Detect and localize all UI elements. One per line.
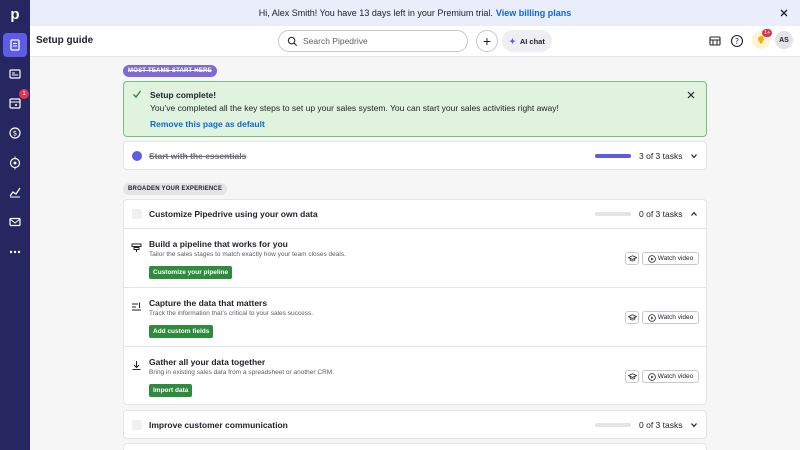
communication-title: Improve customer communication	[149, 420, 288, 430]
more-icon	[9, 250, 21, 254]
activities-badge: 1	[19, 89, 29, 99]
import-data-button[interactable]: Import data	[149, 384, 193, 397]
page-title: Setup guide	[36, 35, 94, 46]
setup-complete-banner: Setup complete! You’ve completed all the…	[123, 81, 707, 137]
customize-section: Customize Pipedrive using your own data …	[123, 199, 707, 405]
nav-setup-guide[interactable]	[3, 33, 27, 57]
essentials-title: Start with the essentials	[149, 151, 247, 161]
academy-button[interactable]	[625, 252, 639, 265]
task-title: Gather all your data together	[149, 357, 266, 367]
help-icon[interactable]: ?	[730, 34, 744, 48]
target-icon	[9, 156, 21, 170]
customize-title: Customize Pipedrive using your own data	[149, 209, 318, 219]
setup-complete-title: Setup complete!	[150, 90, 217, 100]
chevron-up-icon[interactable]	[689, 209, 699, 219]
marketplace-icon[interactable]	[708, 34, 722, 48]
view-billing-plans-link[interactable]: View billing plans	[496, 8, 571, 18]
checkmark-icon	[133, 90, 142, 99]
task-desc: Track the information that’s critical to…	[149, 310, 314, 317]
ai-chat-button[interactable]: ✦ AI chat	[502, 30, 552, 52]
add-custom-fields-button[interactable]: Add custom fields	[149, 325, 214, 338]
calendar-icon	[9, 98, 21, 109]
task-build-pipeline: Build a pipeline that works for you Tail…	[124, 228, 706, 287]
nav-deals[interactable]: $	[3, 121, 27, 145]
avatar[interactable]: AS	[775, 31, 793, 49]
custom-fields-icon	[132, 302, 141, 311]
top-header: Setup guide Search Pipedrive + ✦ AI chat…	[30, 26, 800, 57]
pipedrive-logo[interactable]: p	[5, 4, 25, 24]
communication-count: 0 of 3 tasks	[639, 420, 683, 430]
essentials-count: 3 of 3 tasks	[639, 151, 683, 161]
pipeline-icon	[131, 243, 142, 252]
essentials-progress	[595, 154, 631, 158]
nav-mail[interactable]	[3, 210, 27, 234]
customize-progress	[595, 212, 631, 216]
sparkle-icon: ✦	[509, 36, 516, 46]
nav-projects[interactable]	[3, 151, 27, 175]
essentials-section[interactable]: Start with the essentials 3 of 3 tasks	[123, 141, 707, 170]
broaden-pill: BROADEN YOUR EXPERIENCE	[123, 183, 228, 195]
graduation-cap-icon	[627, 373, 637, 380]
task-gather-data: Gather all your data together Bring in e…	[124, 346, 706, 405]
checkbox-icon	[132, 209, 142, 219]
customize-count: 0 of 3 tasks	[639, 209, 683, 219]
task-capture-data: Capture the data that matters Track the …	[124, 287, 706, 346]
import-icon	[132, 361, 141, 370]
graduation-cap-icon	[627, 255, 637, 262]
task-desc: Bring in existing sales data from a spre…	[149, 369, 334, 376]
play-icon	[647, 254, 656, 263]
customize-pipeline-button[interactable]: Customize your pipeline	[149, 266, 233, 279]
graduation-cap-icon	[627, 314, 637, 321]
left-nav-rail: p 1 $	[0, 0, 30, 450]
task-desc: Tailor the sales stages to match exactly…	[149, 251, 346, 258]
svg-text:?: ?	[735, 37, 739, 46]
search-placeholder: Search Pipedrive	[303, 36, 368, 46]
task-title: Capture the data that matters	[149, 298, 268, 308]
close-icon[interactable]	[778, 7, 790, 19]
search-icon	[287, 36, 298, 46]
svg-text:$: $	[13, 130, 17, 138]
essentials-header[interactable]: Start with the essentials 3 of 3 tasks	[124, 142, 706, 170]
play-icon	[647, 313, 656, 322]
remove-default-link[interactable]: Remove this page as default	[150, 119, 265, 129]
play-icon	[647, 372, 656, 381]
most-teams-pill: MOST TEAMS START HERE	[123, 65, 217, 77]
trial-banner-text: Hi, Alex Smith! You have 13 days left in…	[258, 8, 493, 18]
customize-header[interactable]: Customize Pipedrive using your own data …	[124, 200, 706, 228]
search-input[interactable]: Search Pipedrive	[278, 30, 468, 52]
clipboard-icon	[10, 39, 20, 51]
notification-badge: 1+	[762, 29, 773, 37]
task-title: Build a pipeline that works for you	[149, 239, 288, 249]
progress-fill	[595, 154, 631, 158]
checkbox-icon	[132, 420, 142, 430]
ai-chat-label: AI chat	[519, 36, 545, 46]
setup-guide-content: MOST TEAMS START HERE Setup complete! Yo…	[30, 57, 800, 450]
watch-video-label: Watch video	[657, 255, 694, 262]
communication-section[interactable]: Improve customer communication 0 of 3 ta…	[123, 410, 707, 439]
nav-more[interactable]	[3, 240, 27, 264]
watch-video-label: Watch video	[657, 373, 694, 380]
communication-progress	[595, 423, 631, 427]
trial-banner: Hi, Alex Smith! You have 13 days left in…	[30, 0, 800, 26]
completed-check-icon	[132, 151, 142, 161]
chevron-down-icon[interactable]	[689, 151, 699, 161]
next-section	[123, 443, 707, 450]
nav-leads[interactable]	[3, 62, 27, 86]
chevron-down-icon[interactable]	[689, 420, 699, 430]
leads-inbox-icon	[9, 69, 21, 79]
watch-video-label: Watch video	[657, 314, 694, 321]
nav-insights[interactable]	[3, 180, 27, 204]
quick-add-button[interactable]: +	[476, 30, 498, 52]
academy-button[interactable]	[625, 370, 639, 383]
mail-icon	[9, 217, 21, 227]
watch-video-button[interactable]: Watch video	[642, 370, 699, 383]
close-icon[interactable]	[686, 90, 696, 100]
chart-icon	[9, 187, 21, 198]
setup-complete-message: You’ve completed all the key steps to se…	[150, 103, 559, 113]
watch-video-button[interactable]: Watch video	[642, 311, 699, 324]
communication-header[interactable]: Improve customer communication 0 of 3 ta…	[124, 411, 706, 439]
watch-video-button[interactable]: Watch video	[642, 252, 699, 265]
dollar-icon: $	[9, 127, 21, 139]
academy-button[interactable]	[625, 311, 639, 324]
